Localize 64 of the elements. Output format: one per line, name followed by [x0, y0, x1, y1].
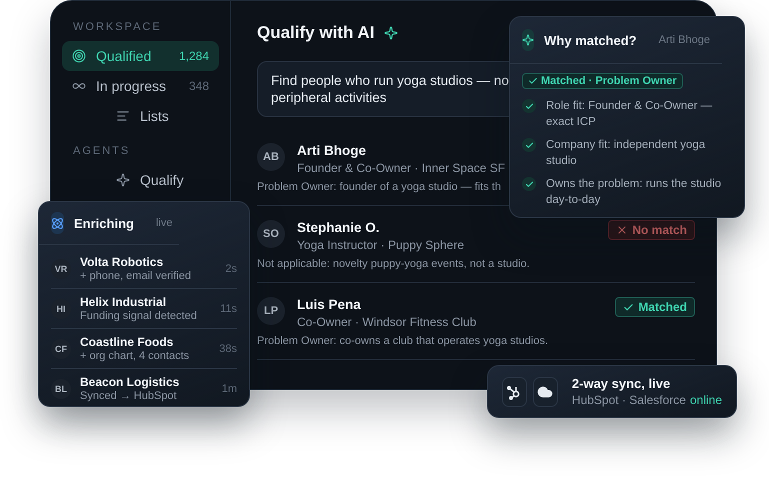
- item-label: In progress: [96, 78, 168, 94]
- result-note: Problem Owner: co-owns a club that operates yoga studios.: [257, 335, 548, 347]
- card-title: Enriching: [74, 216, 134, 230]
- reason-text: Company fit: independent yoga studio: [546, 138, 706, 169]
- reason-text: Owns the problem: runs the studio day-to-day: [546, 177, 722, 208]
- elapsed-time: 38s: [219, 342, 237, 354]
- avatar: CF: [51, 338, 71, 358]
- section-heading: AGENTS: [72, 145, 132, 157]
- sync-status: online: [690, 393, 722, 407]
- result-note: Not applicable: novelty puppy-yoga events, not a studio.: [257, 258, 530, 270]
- company-name: Volta Robotics: [80, 255, 164, 269]
- person-subtitle: Co-Owner · Windsor Fitness Club: [297, 315, 476, 329]
- avatar: BL: [51, 378, 71, 398]
- company-name: Beacon Logistics: [80, 375, 180, 389]
- atom-icon: [51, 212, 64, 234]
- avatar: SO: [257, 220, 285, 248]
- elapsed-time: 11s: [220, 302, 237, 314]
- check-icon: [522, 138, 536, 152]
- lines-icon: [116, 109, 130, 123]
- person-name: Arti Bhoge: [297, 143, 367, 158]
- item-label: Qualified: [96, 48, 152, 64]
- person-name: Stephanie O.: [297, 220, 381, 235]
- enrich-detail: + org chart, 4 contacts: [80, 350, 190, 362]
- sync-title: 2-way sync, live: [572, 376, 672, 391]
- person-subtitle: Yoga Instructor · Puppy Sphere: [297, 238, 464, 252]
- avatar: AB: [257, 143, 285, 171]
- sparkle-icon: [116, 173, 130, 187]
- result-note: Problem Owner: founder of a yoga studio — fits th: [257, 181, 501, 193]
- live-status: live: [156, 217, 172, 229]
- person-name: Arti Bhoge: [658, 34, 710, 46]
- enrich-detail: Funding signal detected: [80, 310, 198, 322]
- enrich-detail: + phone, email verified: [80, 270, 192, 282]
- page-title: Qualify with AI: [257, 23, 374, 43]
- elapsed-time: 2s: [225, 262, 237, 274]
- sync-services: HubSpot · Salesforce: [572, 393, 686, 407]
- avatar: LP: [257, 297, 285, 325]
- company-name: Coastline Foods: [80, 335, 174, 349]
- check-icon: [522, 99, 536, 113]
- item-label: Lists: [140, 108, 170, 124]
- status-badge: No match: [608, 220, 695, 240]
- item-count: 348: [188, 79, 209, 93]
- sparkle-icon: [522, 29, 534, 51]
- company-name: Helix Industrial: [80, 295, 168, 309]
- hub-icon: [502, 376, 527, 406]
- person-name: Luis Pena: [297, 297, 362, 312]
- sidebar-item[interactable]: Qualify: [62, 165, 219, 195]
- check-icon: [522, 177, 536, 191]
- avatar: VR: [51, 258, 71, 278]
- sidebar-item[interactable]: Lists: [62, 101, 219, 131]
- sidebar-item[interactable]: Qualified 1,284: [62, 41, 219, 71]
- item-count: 1,284: [178, 49, 209, 63]
- target-icon: [72, 49, 86, 63]
- section-heading: WORKSPACE: [72, 21, 163, 33]
- sparkle-icon: [384, 26, 398, 40]
- cloud-icon: [532, 376, 558, 406]
- check-icon: [528, 76, 538, 86]
- match-tag: Matched · Problem Owner: [522, 73, 683, 89]
- status-badge: Matched: [615, 297, 695, 317]
- item-label: Qualify: [140, 172, 185, 188]
- person-subtitle: Founder & Co-Owner · Inner Space SF: [297, 161, 506, 175]
- card-title: Why matched?: [544, 32, 637, 48]
- enrich-detail: Synced → HubSpot: [80, 390, 178, 402]
- elapsed-time: 1m: [222, 382, 237, 394]
- sidebar-item[interactable]: In progress 348: [62, 71, 219, 101]
